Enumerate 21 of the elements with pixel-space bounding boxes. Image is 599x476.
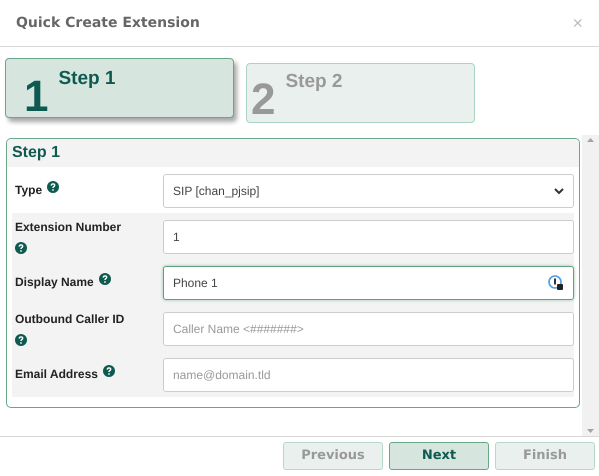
- type-select[interactable]: SIP [chan_pjsip]: [163, 174, 574, 208]
- help-icon[interactable]: [47, 181, 60, 193]
- text-field[interactable]: name@domain.tld: [163, 358, 574, 392]
- text-field[interactable]: Caller Name <#######>: [163, 312, 574, 346]
- field-label: Type: [15, 182, 42, 199]
- chevron-down-icon: [554, 188, 564, 194]
- field-label: Display Name: [15, 274, 94, 291]
- help-icon[interactable]: [98, 273, 111, 285]
- section-title: Step 1: [12, 143, 60, 163]
- password-manager-icon[interactable]: [548, 275, 564, 291]
- text-field[interactable]: 1: [163, 220, 574, 254]
- help-icon[interactable]: [15, 242, 27, 254]
- text-field[interactable]: Phone 1: [163, 266, 574, 300]
- field-label: Outbound Caller ID: [15, 311, 126, 328]
- field-label: Extension Number: [15, 219, 122, 236]
- help-icon[interactable]: [15, 334, 27, 346]
- wizard-button[interactable]: Next: [389, 442, 489, 470]
- dialog-title: Quick Create Extension: [16, 14, 200, 32]
- step-tab[interactable]: 1 Step 1: [5, 58, 234, 118]
- field-label: Email Address: [15, 366, 98, 383]
- help-icon[interactable]: [102, 365, 115, 377]
